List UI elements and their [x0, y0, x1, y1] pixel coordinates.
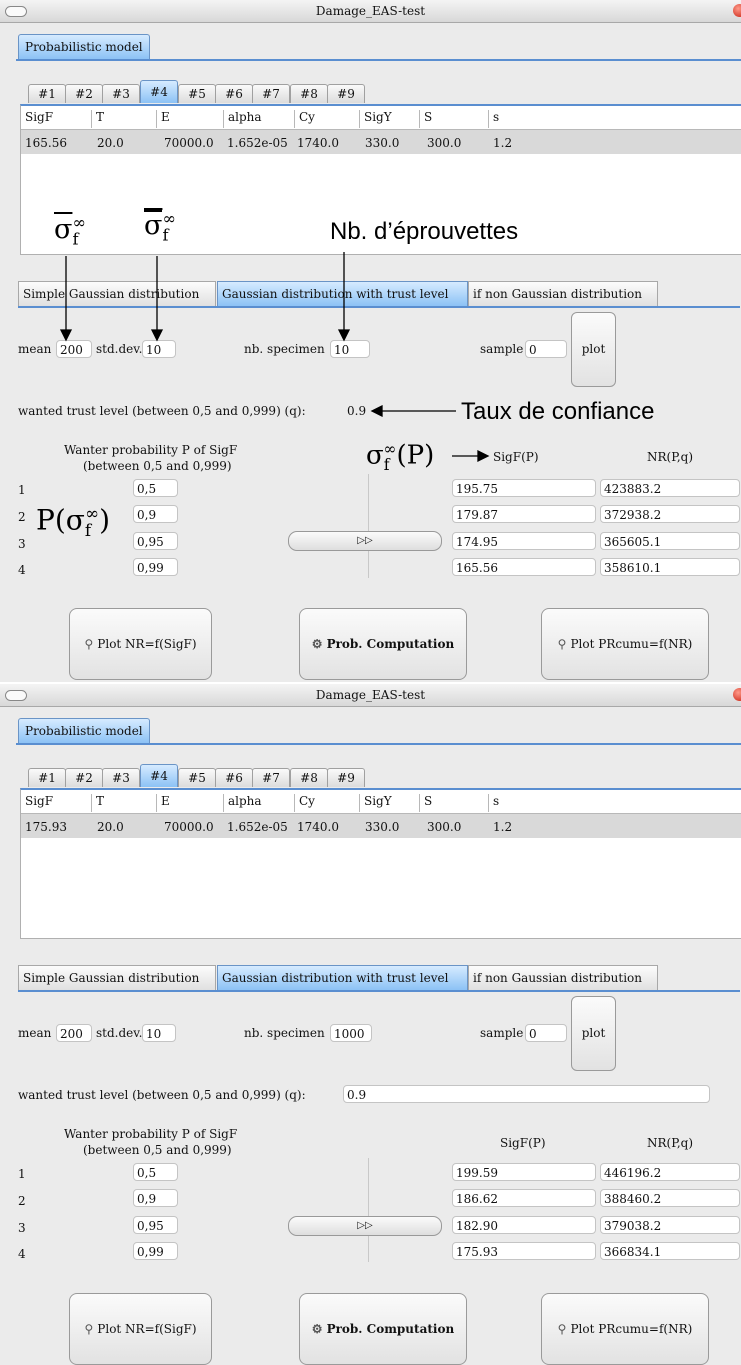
- column-header[interactable]: alpha: [224, 794, 295, 812]
- compute-arrow-button[interactable]: ▷▷: [288, 1216, 442, 1236]
- plot-nr-label: Plot NR=f(SigF): [97, 1322, 197, 1336]
- std-fatigue-symbol: σf∞: [144, 209, 176, 245]
- wanted-probability-label: Wanter probability P of SigF: [64, 1127, 238, 1141]
- plot-prcumu-button[interactable]: ⚲ Plot PRcumu=f(NR): [541, 1293, 709, 1365]
- sigf-output[interactable]: 175.93: [452, 1242, 596, 1260]
- magnifier-icon: ⚲: [557, 1322, 567, 1336]
- probability-input[interactable]: 0,99: [133, 1242, 178, 1260]
- gear-icon: ⚙: [311, 1322, 323, 1336]
- row-index: 3: [18, 1221, 26, 1235]
- column-header[interactable]: s: [489, 794, 739, 812]
- nr-output[interactable]: 388460.2: [600, 1189, 740, 1207]
- table-cell: 1740.0: [297, 820, 339, 834]
- probability-input[interactable]: 0,5: [133, 1163, 178, 1181]
- close-icon[interactable]: [733, 688, 741, 701]
- annotation-arrows: [59, 252, 490, 463]
- double-arrow-icon: ▷▷: [357, 1220, 373, 1231]
- plot-prcumu-label: Plot PRcumu=f(NR): [570, 1322, 693, 1336]
- trust-level-label: wanted trust level (between 0,5 and 0,99…: [18, 1088, 306, 1102]
- table-cell: 70000.0: [164, 820, 214, 834]
- tab-1[interactable]: #1: [28, 768, 66, 787]
- row-index: 4: [18, 1247, 26, 1261]
- sigma-p-symbol: σf∞(P): [366, 440, 435, 474]
- column-separator: [368, 1158, 369, 1262]
- table-cell: 175.93: [25, 820, 67, 834]
- annotation-taux-confiance: Taux de confiance: [461, 398, 655, 425]
- arrow-head: [337, 329, 351, 342]
- nr-output[interactable]: 366834.1: [600, 1242, 740, 1260]
- window-title: Damage_EAS-test: [315, 688, 426, 702]
- nr-output[interactable]: 379038.2: [600, 1216, 740, 1234]
- mean-label: mean: [18, 1026, 52, 1040]
- wanted-probability-range: (between 0,5 and 0,999): [83, 1143, 232, 1157]
- sigf-p-header: SigF(P): [500, 1136, 546, 1150]
- std-dev-input[interactable]: 10: [142, 1024, 176, 1042]
- std-dev-label: std.dev.: [96, 1026, 143, 1040]
- tab-3[interactable]: #3: [102, 768, 140, 787]
- tab-6[interactable]: #6: [215, 768, 253, 787]
- tab-8[interactable]: #8: [290, 768, 328, 787]
- arrow-head: [59, 329, 73, 342]
- tab-simple-gaussian[interactable]: Simple Gaussian distribution: [18, 965, 216, 991]
- table-cell: 1.2: [493, 820, 513, 834]
- table-cell: 330.0: [365, 820, 400, 834]
- column-header[interactable]: T: [92, 794, 157, 812]
- app-window-2: Damage_EAS-test Probabilistic model #1 #…: [0, 684, 741, 1365]
- tab-divider: [18, 990, 740, 992]
- sigf-output[interactable]: 186.62: [452, 1189, 596, 1207]
- title-bar: Damage_EAS-test: [0, 684, 741, 707]
- tab-gaussian-trust-level[interactable]: Gaussian distribution with trust level: [217, 965, 468, 991]
- prob-computation-label: Prob. Computation: [326, 1322, 455, 1336]
- nb-specimen-input[interactable]: 1000: [330, 1024, 372, 1042]
- plot-nr-button[interactable]: ⚲ Plot NR=f(SigF): [69, 1293, 212, 1365]
- probability-symbol: P(σf∞): [36, 503, 111, 540]
- sample-label: sample: [480, 1026, 524, 1040]
- tab-non-gaussian[interactable]: if non Gaussian distribution: [468, 965, 658, 991]
- arrow-head: [477, 449, 490, 463]
- probability-input[interactable]: 0,9: [133, 1189, 178, 1207]
- prob-computation-button[interactable]: ⚙ Prob. Computation: [299, 1293, 467, 1365]
- tab-9[interactable]: #9: [327, 768, 365, 787]
- nr-pq-header: NR(P,q): [647, 1136, 694, 1150]
- magnifier-icon: ⚲: [84, 1322, 94, 1336]
- sigf-output[interactable]: 182.90: [452, 1216, 596, 1234]
- mean-fatigue-symbol: σf∞: [54, 213, 86, 249]
- column-header[interactable]: S: [420, 794, 489, 812]
- plot-button[interactable]: plot: [571, 996, 616, 1071]
- tab-2[interactable]: #2: [65, 768, 103, 787]
- tab-4[interactable]: #4: [140, 764, 178, 787]
- column-header[interactable]: SigY: [360, 794, 420, 812]
- nb-specimen-label: nb. specimen: [244, 1026, 325, 1040]
- sample-input[interactable]: 0: [525, 1024, 567, 1042]
- table-cell: 300.0: [427, 820, 462, 834]
- table-cell: 20.0: [97, 820, 124, 834]
- row-index: 1: [18, 1167, 26, 1181]
- arrow-head: [150, 329, 164, 342]
- tab-probabilistic-model[interactable]: Probabilistic model: [18, 718, 150, 743]
- sigf-output[interactable]: 199.59: [452, 1163, 596, 1181]
- mean-input[interactable]: 200: [56, 1024, 92, 1042]
- arrow-head: [370, 404, 383, 418]
- annotation-nb-eprouvettes: Nb. d’éprouvettes: [330, 218, 519, 245]
- row-index: 2: [18, 1194, 26, 1208]
- column-header[interactable]: SigF: [21, 794, 92, 812]
- trust-level-input[interactable]: 0.9: [343, 1085, 710, 1103]
- column-header[interactable]: E: [157, 794, 224, 812]
- column-header[interactable]: Cy: [295, 794, 360, 812]
- table-cell: 1.652e-05: [227, 820, 288, 834]
- tab-7[interactable]: #7: [252, 768, 290, 787]
- tab-5[interactable]: #5: [178, 768, 216, 787]
- parameters-table: SigF T E alpha Cy SigY S s 175.93 20.0 7…: [20, 788, 741, 939]
- nr-output[interactable]: 446196.2: [600, 1163, 740, 1181]
- probability-input[interactable]: 0,95: [133, 1216, 178, 1234]
